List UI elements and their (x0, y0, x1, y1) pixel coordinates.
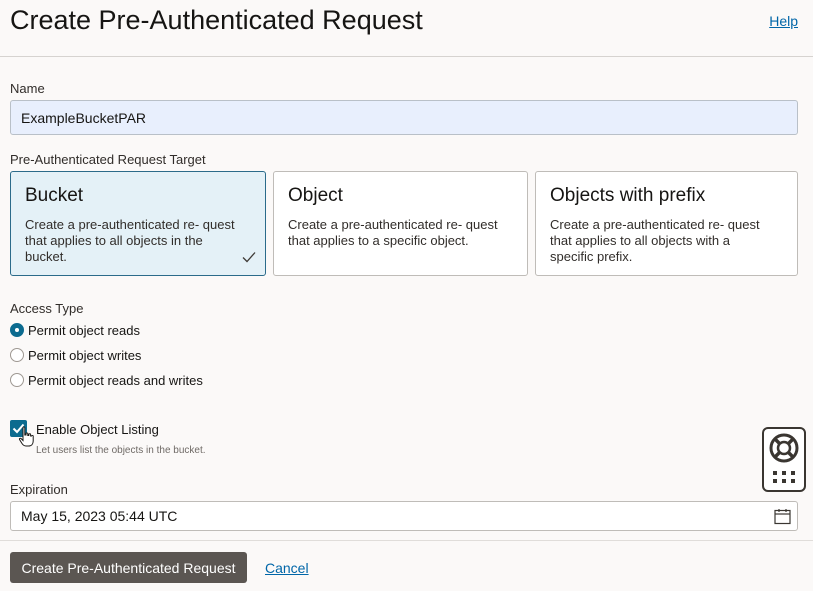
target-label: Pre-Authenticated Request Target (10, 152, 206, 167)
radio-permit-reads-writes[interactable]: Permit object reads and writes (10, 371, 203, 389)
lifebuoy-icon (769, 433, 799, 483)
radio-label: Permit object reads (28, 322, 140, 338)
target-card-objects-with-prefix[interactable]: Objects with prefix Create a pre-authent… (535, 171, 798, 276)
access-type-label: Access Type (10, 301, 84, 316)
footer-divider (0, 540, 813, 541)
radio-permit-writes[interactable]: Permit object writes (10, 346, 141, 364)
help-link[interactable]: Help (769, 13, 798, 29)
radio-button[interactable] (10, 323, 24, 337)
hand-cursor-icon (18, 426, 34, 447)
calendar-icon[interactable] (774, 508, 791, 525)
enable-object-listing-label: Enable Object Listing (36, 422, 159, 437)
card-description: Create a pre-authenticated re- quest tha… (25, 217, 235, 264)
help-widget[interactable] (762, 427, 806, 492)
radio-label: Permit object reads and writes (28, 372, 203, 388)
expiration-label: Expiration (10, 482, 68, 497)
name-input[interactable] (10, 100, 798, 135)
enable-object-listing-help: Let users list the objects in the bucket… (36, 445, 206, 456)
radio-button[interactable] (10, 373, 24, 387)
page-header: Create Pre-Authenticated Request Help (0, 0, 813, 57)
target-card-bucket[interactable]: Bucket Create a pre-authenticated re- qu… (10, 171, 266, 276)
card-title: Objects with prefix (550, 185, 706, 206)
name-label: Name (10, 81, 45, 96)
card-title: Bucket (25, 185, 84, 206)
cancel-link[interactable]: Cancel (265, 560, 309, 576)
card-title: Object (288, 185, 343, 206)
grid-dots-icon (773, 471, 795, 483)
radio-button[interactable] (10, 348, 24, 362)
card-description: Create a pre-authenticated re- quest tha… (550, 217, 760, 264)
page-title: Create Pre-Authenticated Request (10, 5, 423, 35)
create-par-button[interactable]: Create Pre-Authenticated Request (10, 552, 247, 583)
radio-permit-reads[interactable]: Permit object reads (10, 321, 140, 339)
expiration-date-input[interactable]: May 15, 2023 05:44 UTC (10, 501, 798, 531)
target-card-object[interactable]: Object Create a pre-authenticated re- qu… (273, 171, 528, 276)
card-description: Create a pre-authenticated re- quest tha… (288, 217, 498, 248)
radio-label: Permit object writes (28, 347, 142, 363)
check-icon (242, 252, 256, 263)
expiration-value: May 15, 2023 05:44 UTC (21, 508, 178, 524)
